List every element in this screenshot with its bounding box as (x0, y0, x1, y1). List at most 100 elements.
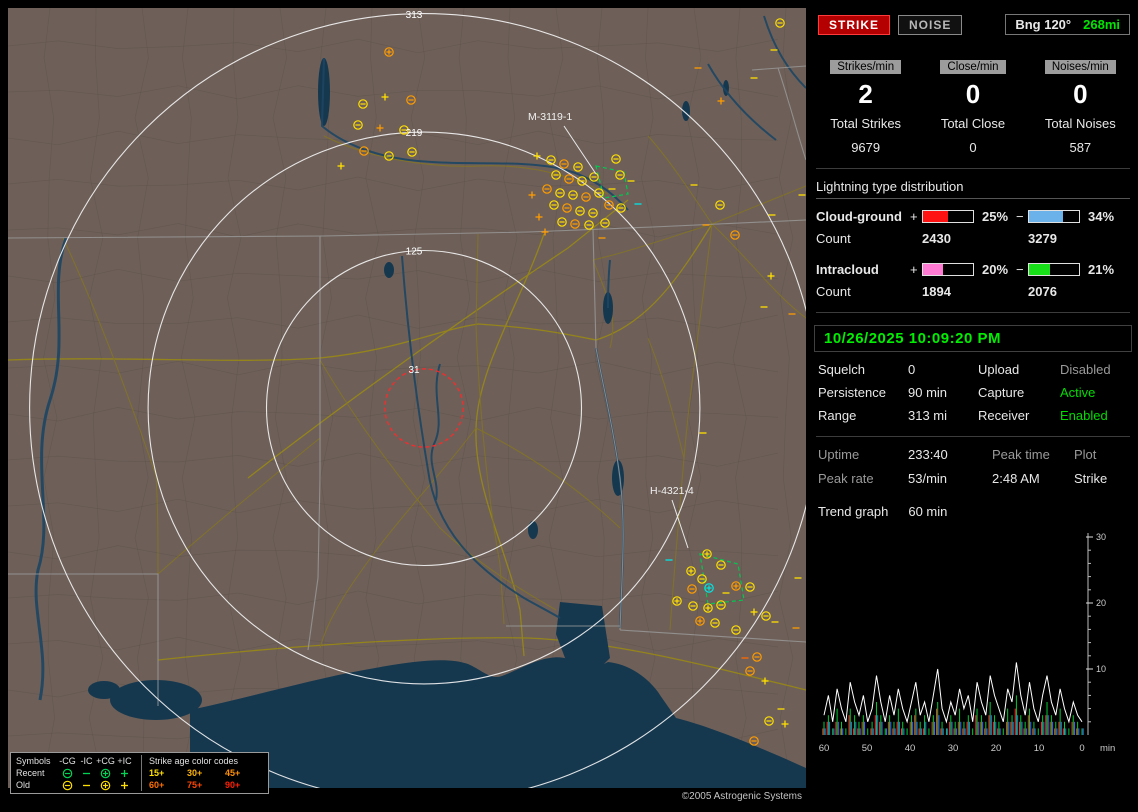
strike-symbol-icp (121, 769, 128, 777)
range-label-219: 219 (406, 128, 423, 139)
strike-symbol-cgp (100, 768, 111, 778)
strike-symbol-cgp (100, 780, 111, 790)
total-noises-value: 587 (1069, 140, 1092, 155)
legend-symbol-icm (77, 779, 96, 791)
minus-sign: − (1016, 209, 1024, 224)
legend-symbol-icp (115, 779, 134, 791)
bearing-box: Bng 120° 268mi (1005, 14, 1130, 35)
performance-grid: Uptime 233:40 Peak time Plot Peak rate 5… (818, 447, 1128, 486)
plot-label: Plot (1074, 447, 1097, 462)
legend-cell: Old (16, 780, 31, 790)
trend-unit-label: min (1100, 743, 1115, 754)
uptime-label: Uptime (818, 447, 860, 462)
noises-per-min: Noises/min 0 (1027, 57, 1134, 110)
cg-minus-count: 3279 (1028, 231, 1057, 246)
range-label: Range (818, 408, 857, 423)
bearing-distance: 268mi (1083, 17, 1120, 32)
close-per-min-label: Close/min (940, 60, 1006, 74)
strikes-per-min: Strikes/min 2 (812, 57, 919, 110)
copyright-text: ©2005 Astrogenic Systems (681, 791, 802, 802)
lightning-map[interactable]: 31 125 219 313 M-3119-1 H-4321-4 (8, 8, 806, 788)
receiver-status: Enabled (1060, 408, 1108, 423)
range-label-31: 31 (408, 365, 420, 376)
uptime-value: 233:40 (908, 447, 948, 462)
map-area[interactable]: 31 125 219 313 M-3119-1 H-4321-4 Symbols -CG -I… (8, 8, 806, 806)
range-value: 313 mi (908, 408, 948, 423)
status-grid: Squelch 0 Upload Disabled Persistence 90… (818, 362, 1128, 423)
plus-sign: + (910, 262, 918, 277)
legend-age-title: Strike age color codes (149, 756, 239, 766)
strike-symbol-cgm (62, 780, 73, 790)
cg-minus-gauge (1028, 210, 1080, 223)
ic-minus-gauge (1028, 263, 1080, 276)
total-strikes: Total Strikes 9679 (812, 116, 919, 155)
divider (816, 168, 1130, 169)
legend-cell: Recent (16, 768, 45, 778)
trend-x-label: 30 (948, 743, 959, 754)
range-label-313: 313 (406, 10, 423, 21)
legend-symbol-icm (77, 767, 96, 779)
capture-label: Capture (978, 385, 1025, 400)
legend-cell: +IC (117, 756, 132, 766)
legend-cell: +CG (96, 756, 115, 766)
cg-plus-gauge (922, 210, 974, 223)
upload-label: Upload (978, 362, 1020, 377)
trend-x-label: 40 (905, 743, 916, 754)
noise-indicator[interactable]: NOISE (898, 14, 963, 35)
legend-age-code: 90+ (225, 780, 241, 790)
intracloud-row: Intracloud + 20% − 21% (816, 262, 1130, 277)
count-label: Count (816, 231, 851, 246)
trend-x-label: 10 (1034, 743, 1045, 754)
persistence-value: 90 min (908, 385, 948, 400)
noises-per-min-value: 0 (1073, 79, 1088, 109)
storm-label: H-4321-4 (650, 485, 694, 497)
noises-per-min-label: Noises/min (1044, 60, 1116, 74)
strike-indicator[interactable]: STRIKE (818, 14, 891, 35)
trend-window-value: 60 min (908, 504, 948, 519)
ic-plus-gauge (922, 263, 974, 276)
strike-symbol-cgm (62, 768, 73, 778)
cg-plus-pct: 25% (982, 209, 1009, 224)
distribution-title: Lightning type distribution (816, 179, 1130, 199)
strikes-per-min-value: 2 (858, 79, 873, 109)
upload-status: Disabled (1060, 362, 1111, 377)
close-per-min-value: 0 (965, 79, 981, 109)
legend-age-code: 15+ (149, 768, 165, 778)
peak-time-label: Peak time (992, 447, 1050, 462)
legend-age-code: 60+ (149, 780, 165, 790)
trend-graph-chart: 10 20 30 60 50 40 30 20 10 0 min (819, 532, 1116, 754)
total-close: Total Close 0 (919, 116, 1026, 155)
divider (816, 312, 1130, 313)
right-panel: STRIKE NOISE Bng 120° 268mi Strikes/min … (812, 8, 1134, 806)
cg-plus-count: 2430 (922, 231, 951, 246)
close-per-min: Close/min 0 (919, 57, 1026, 110)
cloud-ground-label: Cloud-ground (816, 209, 902, 224)
legend-cell: -CG (59, 756, 76, 766)
total-noises: Total Noises 587 (1027, 116, 1134, 155)
trend-graph-label: Trend graph (818, 504, 889, 519)
intracloud-count-row: Count 1894 2076 (816, 284, 1130, 299)
legend-age-code: 75+ (187, 780, 203, 790)
indicator-row: STRIKE NOISE Bng 120° 268mi (818, 14, 1130, 35)
trend-total-line (823, 662, 1083, 724)
persistence-label: Persistence (818, 385, 886, 400)
total-close-value: 0 (969, 140, 977, 155)
ic-plus-pct: 20% (982, 262, 1009, 277)
ic-minus-pct: 21% (1088, 262, 1115, 277)
ic-plus-count: 1894 (922, 284, 951, 299)
trend-x-label: 0 (1079, 743, 1084, 754)
plot-value: Strike (1074, 471, 1108, 486)
legend-symbol-cgm (58, 767, 77, 779)
strikes-per-min-label: Strikes/min (830, 60, 902, 74)
total-noises-label: Total Noises (1044, 116, 1116, 131)
trend-x-label: 50 (862, 743, 873, 754)
ic-minus-count: 2076 (1028, 284, 1057, 299)
map-legend: Symbols -CG -IC +CG +IC Recent Old Strike age c… (10, 752, 269, 794)
total-strikes-value: 9679 (851, 140, 881, 155)
legend-cell: -IC (80, 756, 93, 766)
datetime-display: 10/26/2025 10:09:20 PM (814, 325, 1132, 352)
trend-y-label: 20 (1096, 598, 1106, 608)
legend-age-code: 30+ (187, 768, 203, 778)
range-label-125: 125 (406, 247, 423, 258)
cloud-ground-row: Cloud-ground + 25% − 34% (816, 209, 1130, 224)
